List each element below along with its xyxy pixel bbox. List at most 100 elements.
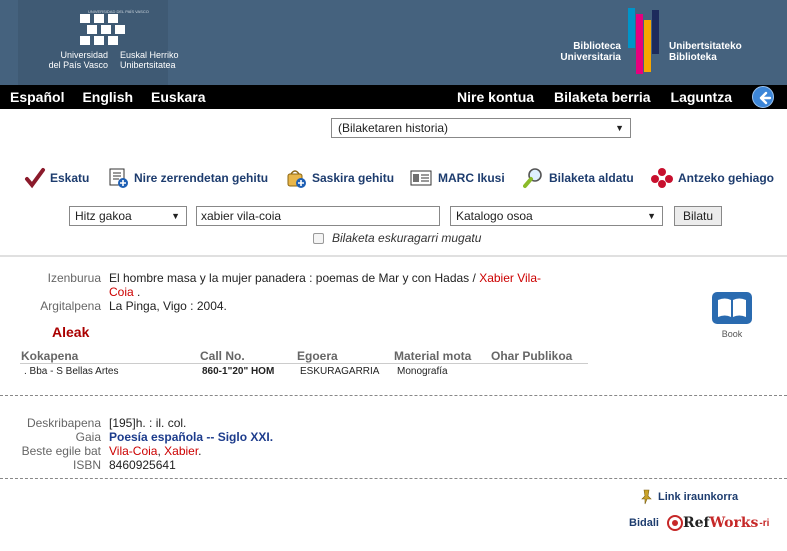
- top-nav: Español English Euskara Nire kontua Bila…: [0, 85, 787, 109]
- divider: [0, 255, 787, 257]
- export-row: Bidali RefWorks -ri: [629, 515, 769, 531]
- col-public-note: Ohar Publikoa: [491, 349, 573, 363]
- limit-available-option[interactable]: Bilaketa eskuragarri mugatu: [313, 231, 481, 245]
- copies-header-rule: [20, 363, 588, 364]
- refworks-ref: Ref: [682, 515, 710, 531]
- title-author-link-cont[interactable]: Coia: [109, 285, 134, 299]
- publication-value: La Pinga, Vigo : 2004.: [109, 299, 227, 313]
- permalink-link[interactable]: Link iraunkorra: [640, 489, 738, 505]
- title-author-link[interactable]: Xabier Vila-: [479, 271, 541, 285]
- title-main: El hombre masa y la mujer panadera : poe…: [109, 271, 470, 285]
- search-submit-button[interactable]: Bilatu: [674, 206, 722, 226]
- dashed-divider: [0, 478, 787, 479]
- basket-add-icon: [287, 170, 306, 188]
- nav-help[interactable]: Laguntza: [671, 89, 732, 105]
- modify-search-button[interactable]: Bilaketa aldatu: [523, 164, 634, 192]
- format-book: Book: [712, 292, 752, 339]
- bib-es-line2: Universitaria: [560, 52, 621, 63]
- nav-my-account[interactable]: Nire kontua: [457, 89, 534, 105]
- upv-logo-icon: [80, 14, 125, 45]
- modify-search-label: Bilaketa aldatu: [549, 171, 634, 185]
- add-to-list-button[interactable]: Nire zerrendetan gehitu: [108, 164, 268, 192]
- other-author-end: .: [198, 444, 202, 458]
- other-author-name-link[interactable]: Xabier: [164, 444, 198, 458]
- biblioteca-name-eu: Unibertsitateko Biblioteka: [669, 41, 742, 63]
- bib-eu-line2: Biblioteka: [669, 52, 717, 63]
- add-to-basket-button[interactable]: Saskira gehitu: [286, 164, 394, 192]
- title-label: Izenburua: [47, 271, 101, 285]
- magnifier-icon: [523, 168, 542, 188]
- permalink-label: Link iraunkorra: [658, 491, 739, 503]
- bib-es-line1: Biblioteca: [573, 41, 621, 52]
- title-separator: /: [469, 271, 480, 285]
- publication-label: Argitalpena: [40, 299, 101, 313]
- format-label: Book: [721, 329, 743, 339]
- dashed-divider: [0, 395, 787, 396]
- title-value: El hombre masa y la mujer panadera : poe…: [109, 271, 579, 299]
- refworks-label: RefWorks: [683, 515, 758, 531]
- copies-heading: Aleak: [52, 324, 90, 340]
- refworks-logo-icon: [666, 515, 683, 531]
- marc-view-button[interactable]: MARC Ikusi: [410, 164, 505, 192]
- request-button[interactable]: Eskatu: [24, 164, 89, 192]
- header-banner: UNIVERSIDAD DEL PAÍS VASCO Universidad d…: [0, 0, 787, 85]
- other-author-surname-link[interactable]: Vila-Coia: [109, 444, 157, 458]
- nav-lang-english[interactable]: English: [82, 89, 133, 105]
- refworks-works: Works: [709, 515, 759, 531]
- search-input[interactable]: xabier vila-coia: [196, 206, 440, 226]
- upv-es-line2: del País Vasco: [48, 60, 108, 70]
- record-toolbar: Eskatu Nire zerrendetan gehitu Saskira g…: [0, 164, 787, 192]
- upv-logo-block[interactable]: UNIVERSIDAD DEL PAÍS VASCO Universidad d…: [18, 0, 179, 85]
- search-scope-select[interactable]: Katalogo osoa ▼: [450, 206, 663, 226]
- description-label: Deskribapena: [26, 416, 101, 430]
- request-label: Eskatu: [50, 171, 90, 185]
- send-label: Bidali: [629, 517, 659, 529]
- refworks-suffix: -ri: [759, 517, 770, 529]
- list-add-icon: [109, 168, 128, 188]
- col-location: Kokapena: [21, 349, 79, 363]
- nav-right-group: Nire kontua Bilaketa berria Laguntza: [457, 85, 787, 109]
- nav-lang-espanol[interactable]: Español: [10, 89, 64, 105]
- chevron-down-icon: ▼: [647, 211, 656, 221]
- upv-name-eu: Euskal Herriko Unibertsitatea: [120, 50, 200, 70]
- other-author-value: Vila-Coia, Xabier.: [109, 444, 202, 458]
- upv-name-es: Universidad del País Vasco: [38, 50, 108, 70]
- col-call-no: Call No.: [200, 349, 245, 363]
- search-field-value: Hitz gakoa: [75, 209, 132, 223]
- title-end: .: [133, 285, 141, 299]
- col-status: Egoera: [297, 349, 338, 363]
- upv-es-line1: Universidad: [60, 50, 108, 60]
- biblioteca-logo-icon: [628, 8, 659, 74]
- isbn-label: ISBN: [72, 458, 101, 472]
- isbn-value: 8460925641: [109, 458, 176, 472]
- biblioteca-name-es: Biblioteca Universitaria: [545, 41, 621, 63]
- marc-record-icon: [410, 170, 432, 186]
- nav-new-search[interactable]: Bilaketa berria: [554, 89, 651, 105]
- search-input-value: xabier vila-coia: [201, 209, 282, 223]
- limit-available-label: Bilaketa eskuragarri mugatu: [332, 231, 482, 245]
- col-material: Material mota: [394, 349, 472, 363]
- request-check-icon: [25, 168, 45, 189]
- other-author-label: Beste egile bat: [21, 444, 101, 458]
- chevron-down-icon: ▼: [171, 211, 180, 221]
- copy-status: ESKURAGARRIA: [300, 366, 380, 377]
- search-field-select[interactable]: Hitz gakoa ▼: [69, 206, 187, 226]
- more-like-this-button[interactable]: Antzeko gehiago: [650, 164, 774, 192]
- add-to-basket-label: Saskira gehitu: [312, 171, 395, 185]
- subject-link[interactable]: Poesía española -- Siglo XXI.: [109, 430, 273, 444]
- upv-eu-line2: Unibertsitatea: [120, 60, 176, 70]
- add-to-list-label: Nire zerrendetan gehitu: [134, 171, 269, 185]
- nav-lang-euskara[interactable]: Euskara: [151, 89, 205, 105]
- similar-items-icon: [651, 168, 673, 188]
- marc-view-label: MARC Ikusi: [438, 171, 505, 185]
- history-selected-value: (Bilaketaren historia): [338, 121, 449, 135]
- upv-eu-line1: Euskal Herriko: [120, 50, 179, 60]
- back-arrow-icon[interactable]: [752, 86, 774, 108]
- pin-icon: [641, 489, 652, 505]
- refworks-button[interactable]: RefWorks -ri: [666, 515, 770, 531]
- chevron-down-icon: ▼: [615, 123, 624, 133]
- search-history-select[interactable]: (Bilaketaren historia) ▼: [331, 118, 631, 138]
- copy-call-no[interactable]: 860-1"20" HOM: [202, 366, 274, 377]
- limit-available-checkbox[interactable]: [313, 232, 324, 244]
- search-scope-value: Katalogo osoa: [456, 209, 533, 223]
